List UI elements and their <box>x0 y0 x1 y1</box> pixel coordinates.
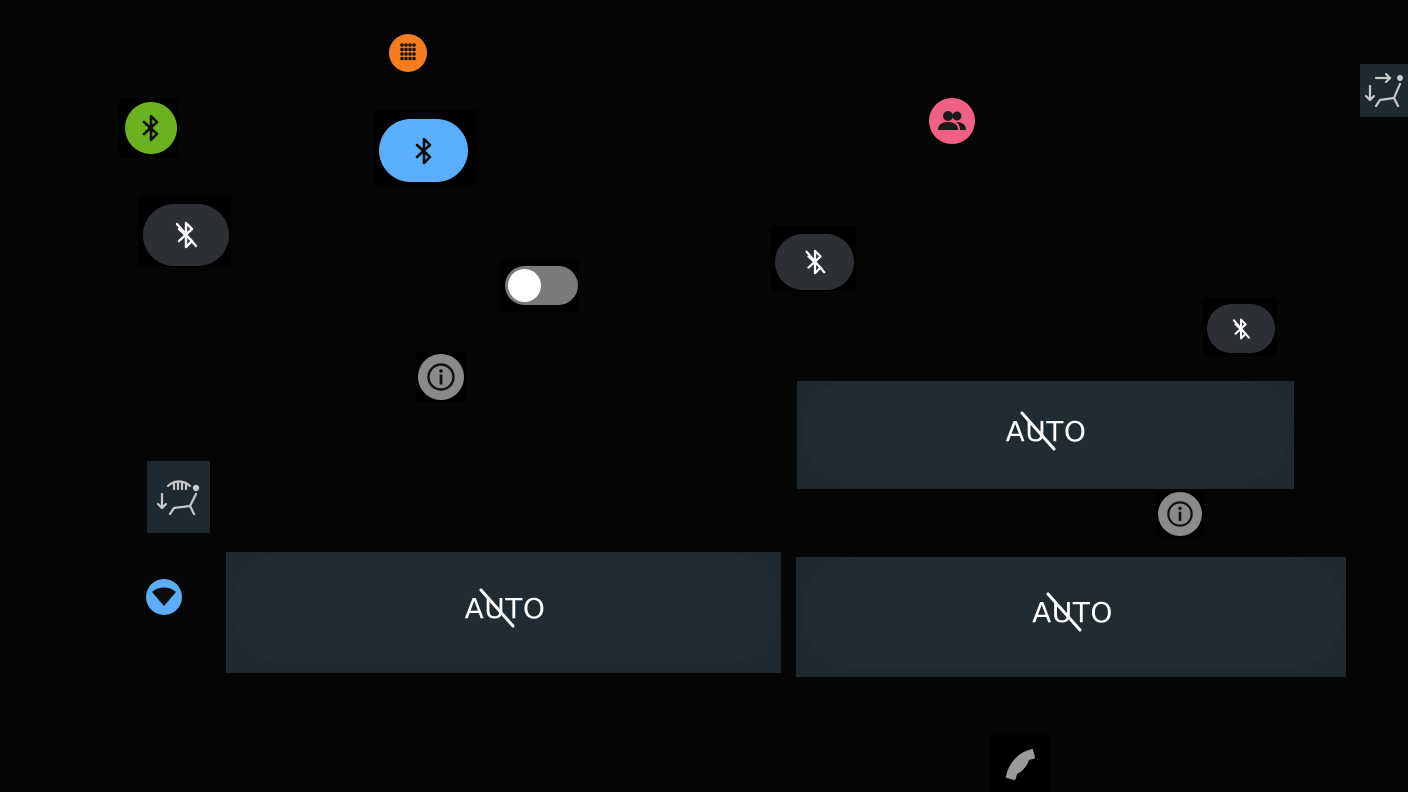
bluetooth-disabled-icon <box>1232 318 1250 339</box>
auto-panel-3: AUTO <box>796 557 1346 677</box>
people-icon <box>938 111 966 130</box>
info-icon <box>427 363 455 391</box>
auto-button-2[interactable]: AUTO <box>232 552 778 664</box>
toggle-switch[interactable] <box>505 266 578 305</box>
auto-button-3[interactable]: AUTO <box>802 557 1343 668</box>
bluetooth-disabled-button-2[interactable] <box>775 234 854 290</box>
bluetooth-disabled-button-1[interactable] <box>143 204 229 266</box>
auto-label: AUTO <box>1006 411 1087 450</box>
apps-grid-icon <box>400 43 416 61</box>
auto-label: AUTO <box>1032 592 1113 632</box>
info-button-1[interactable] <box>418 354 464 400</box>
bluetooth-button-green[interactable] <box>125 102 177 154</box>
phone-button[interactable] <box>991 735 1050 792</box>
people-button[interactable] <box>929 98 975 144</box>
wifi-button[interactable] <box>144 578 183 616</box>
seat-recline-button[interactable] <box>1360 64 1408 117</box>
bluetooth-icon <box>142 114 159 142</box>
phone-icon <box>1005 748 1035 780</box>
bluetooth-disabled-button-3[interactable] <box>1207 304 1275 353</box>
auto-panel-1: AUTO <box>797 381 1294 489</box>
seat-heat-button[interactable] <box>147 461 210 533</box>
info-icon <box>1167 501 1193 527</box>
toggle-knob <box>508 269 541 302</box>
bluetooth-icon <box>415 137 431 164</box>
info-button-2[interactable] <box>1158 492 1202 536</box>
auto-label: AUTO <box>465 588 546 627</box>
auto-button-1[interactable]: AUTO <box>802 381 1290 481</box>
bluetooth-disabled-icon <box>805 249 825 275</box>
auto-panel-2: AUTO <box>226 552 781 673</box>
bluetooth-button-blue[interactable] <box>379 119 468 182</box>
bluetooth-disabled-icon <box>175 221 198 249</box>
seat-heat-icon <box>156 480 199 516</box>
wifi-icon <box>145 579 182 615</box>
seat-recline-icon <box>1364 72 1403 107</box>
apps-button[interactable] <box>389 34 427 72</box>
